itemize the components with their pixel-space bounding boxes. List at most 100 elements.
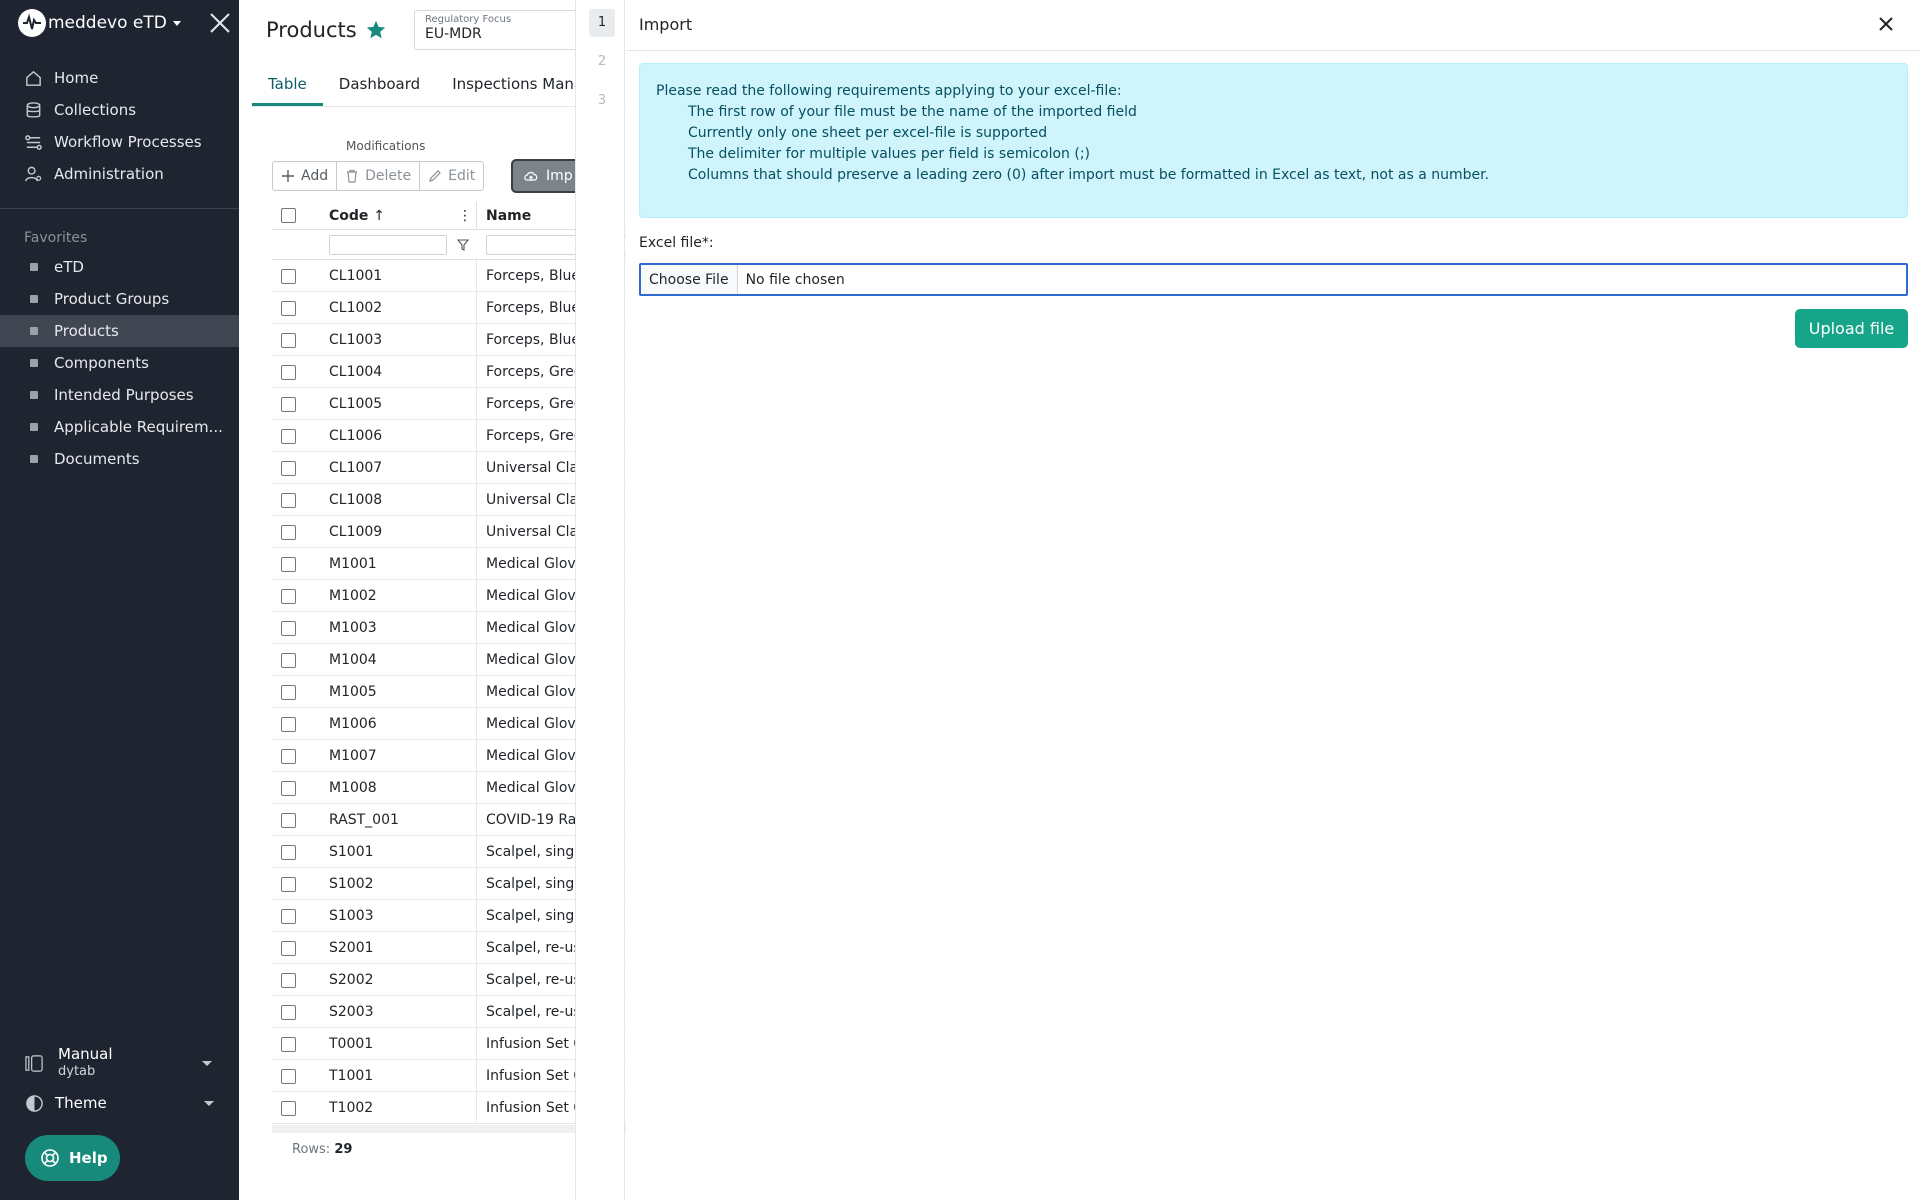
workspace-icon: [25, 1054, 43, 1072]
favorite-star-icon[interactable]: [365, 19, 387, 41]
close-sidebar-icon[interactable]: [207, 10, 233, 36]
cell-name: Medical Glove: [486, 684, 585, 700]
add-label: Add: [301, 168, 329, 184]
column-header-name[interactable]: Name: [486, 208, 531, 224]
row-checkbox[interactable]: [281, 397, 296, 412]
row-checkbox[interactable]: [281, 429, 296, 444]
cell-code: T1001: [329, 1068, 374, 1084]
nav-item-home[interactable]: Home: [0, 62, 239, 94]
filter-icon[interactable]: [457, 239, 469, 251]
row-checkbox[interactable]: [281, 1037, 296, 1052]
requirements-intro: Please read the following requirements a…: [656, 83, 1122, 99]
step-2[interactable]: 2: [589, 48, 615, 76]
row-checkbox[interactable]: [281, 269, 296, 284]
row-checkbox[interactable]: [281, 685, 296, 700]
favorite-label: Intended Purposes: [54, 386, 194, 404]
favorite-label: Documents: [54, 450, 140, 468]
row-checkbox[interactable]: [281, 525, 296, 540]
favorite-item-intended-purposes[interactable]: Intended Purposes: [0, 379, 239, 411]
row-checkbox[interactable]: [281, 653, 296, 668]
row-checkbox[interactable]: [281, 461, 296, 476]
cell-code: T1002: [329, 1100, 374, 1116]
rows-label: Rows:: [292, 1142, 331, 1157]
row-checkbox[interactable]: [281, 845, 296, 860]
delete-button[interactable]: Delete: [337, 162, 421, 190]
chevron-down-icon: [202, 1061, 212, 1066]
row-checkbox[interactable]: [281, 365, 296, 380]
select-all-checkbox[interactable]: [281, 208, 296, 223]
row-checkbox[interactable]: [281, 333, 296, 348]
favorite-item-documents[interactable]: Documents: [0, 443, 239, 475]
cell-name: Medical Glove: [486, 748, 585, 764]
nav-item-workflow-processes[interactable]: Workflow Processes: [0, 126, 239, 158]
row-checkbox[interactable]: [281, 813, 296, 828]
row-checkbox[interactable]: [281, 941, 296, 956]
row-checkbox[interactable]: [281, 589, 296, 604]
favorite-item-etd[interactable]: eTD: [0, 251, 239, 283]
favorite-item-product-groups[interactable]: Product Groups: [0, 283, 239, 315]
bullet-icon: [30, 391, 38, 399]
row-checkbox[interactable]: [281, 301, 296, 316]
requirement-item: The delimiter for multiple values per fi…: [688, 146, 1091, 162]
favorite-item-components[interactable]: Components: [0, 347, 239, 379]
edit-button[interactable]: Edit: [420, 162, 483, 190]
favorite-item-products[interactable]: Products: [0, 315, 239, 347]
column-separator: [476, 644, 477, 676]
cell-name: Forceps, Greer: [486, 428, 589, 444]
cell-code: CL1001: [329, 268, 383, 284]
column-separator: [476, 612, 477, 644]
favorite-label: Applicable Requirem...: [54, 418, 223, 436]
close-icon[interactable]: [1876, 14, 1896, 34]
choose-file-button[interactable]: Choose File: [641, 265, 738, 294]
row-checkbox[interactable]: [281, 877, 296, 892]
column-separator: [476, 676, 477, 708]
favorite-item-applicable-requirements[interactable]: Applicable Requirem...: [0, 411, 239, 443]
upload-file-button[interactable]: Upload file: [1795, 309, 1908, 348]
cell-name: Medical Glove: [486, 556, 585, 572]
delete-label: Delete: [365, 168, 412, 184]
cell-code: S1003: [329, 908, 374, 924]
row-checkbox[interactable]: [281, 717, 296, 732]
brand[interactable]: meddevo eTD: [0, 0, 239, 46]
column-menu-icon[interactable]: ⋮: [458, 208, 472, 224]
column-separator: [476, 1028, 477, 1060]
row-checkbox[interactable]: [281, 621, 296, 636]
row-checkbox[interactable]: [281, 1069, 296, 1084]
code-filter-input[interactable]: [329, 235, 447, 255]
step-3[interactable]: 3: [589, 87, 615, 115]
step-1[interactable]: 1: [589, 9, 615, 37]
help-button[interactable]: Help: [25, 1135, 120, 1181]
cell-name: Forceps, Blue,: [486, 332, 585, 348]
theme-switcher[interactable]: Theme: [0, 1090, 239, 1116]
row-checkbox[interactable]: [281, 557, 296, 572]
row-checkbox[interactable]: [281, 1101, 296, 1116]
row-checkbox[interactable]: [281, 973, 296, 988]
cell-code: CL1008: [329, 492, 383, 508]
cell-name: Scalpel, re-use: [486, 972, 590, 988]
row-checkbox[interactable]: [281, 1005, 296, 1020]
nav-item-label: Home: [54, 69, 99, 87]
bullet-icon: [30, 423, 38, 431]
add-button[interactable]: Add: [273, 162, 338, 190]
bullet-icon: [30, 295, 38, 303]
page-tabs: Table Dashboard Inspections Manag: [252, 70, 609, 106]
column-header-code[interactable]: Code ↑: [329, 208, 385, 224]
column-header-code-label: Code: [329, 207, 369, 224]
nav-item-administration[interactable]: Administration: [0, 158, 239, 190]
workspace-switcher[interactable]: Manual dytab: [0, 1042, 239, 1084]
tab-dashboard[interactable]: Dashboard: [323, 70, 436, 106]
column-separator: [476, 900, 477, 932]
requirements-alert: Please read the following requirements a…: [639, 63, 1908, 218]
row-checkbox[interactable]: [281, 493, 296, 508]
workspace-text: Manual dytab: [58, 1045, 113, 1081]
cell-code: S2003: [329, 1004, 374, 1020]
dialog-header: Import: [626, 0, 1920, 51]
row-checkbox[interactable]: [281, 749, 296, 764]
row-checkbox[interactable]: [281, 781, 296, 796]
tab-table[interactable]: Table: [252, 70, 323, 106]
row-checkbox[interactable]: [281, 909, 296, 924]
help-label: Help: [69, 1149, 108, 1167]
cell-code: T0001: [329, 1036, 374, 1052]
excel-file-input[interactable]: Choose File No file chosen: [639, 263, 1908, 296]
nav-item-collections[interactable]: Collections: [0, 94, 239, 126]
